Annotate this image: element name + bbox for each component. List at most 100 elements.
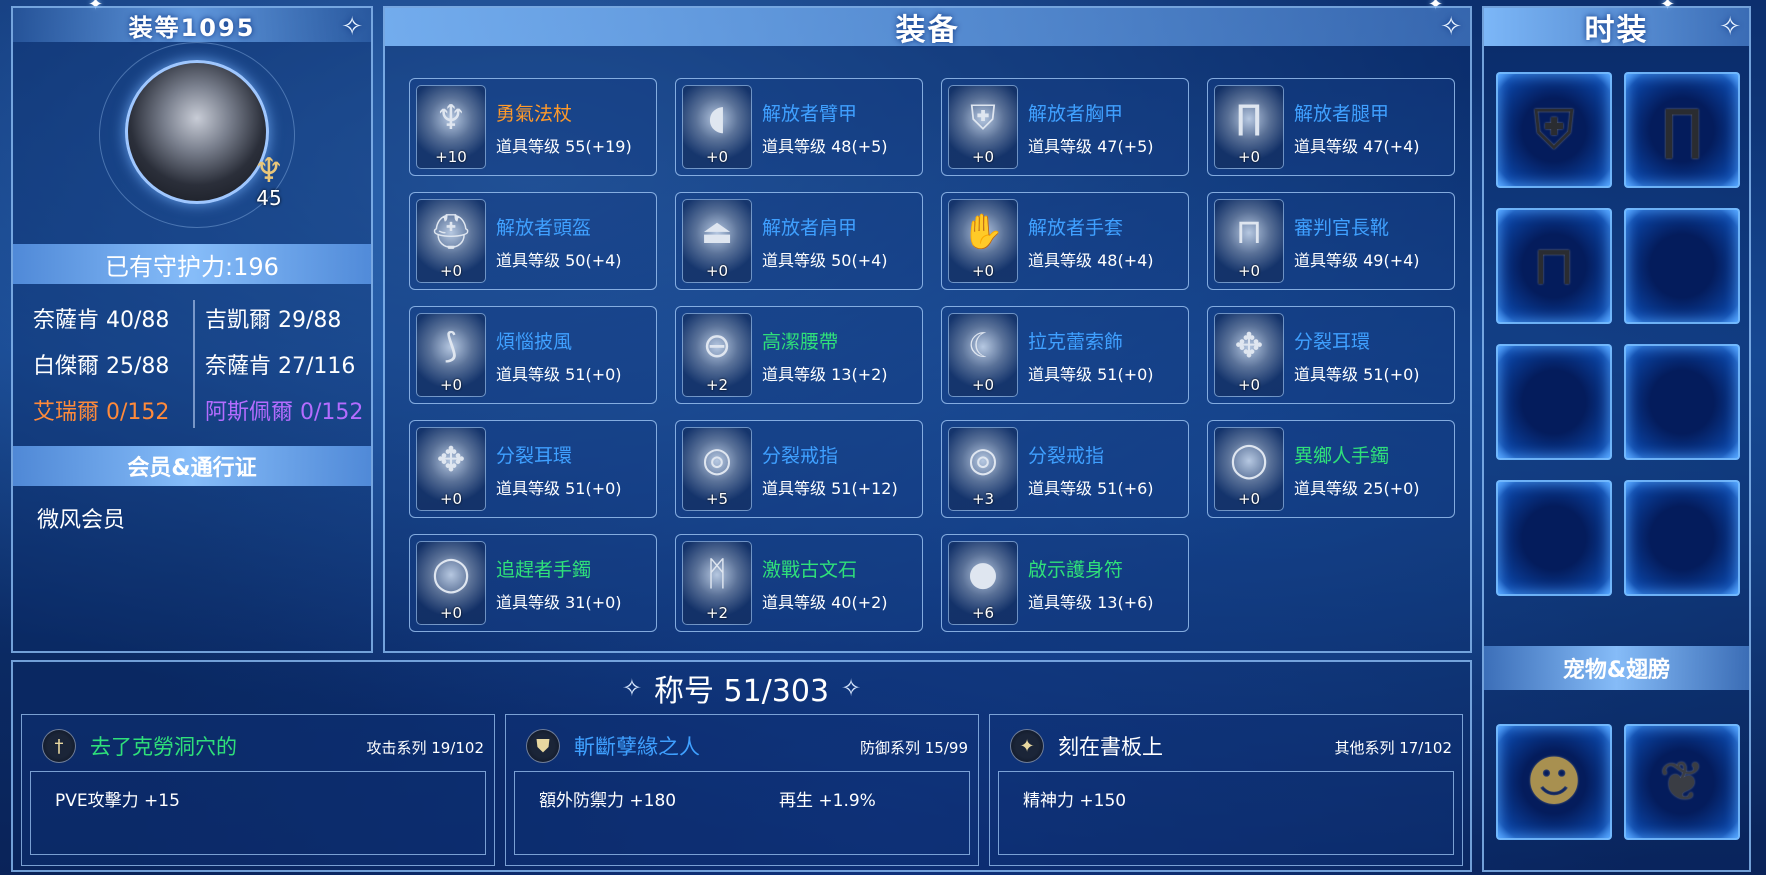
title-card[interactable]: ⛊ 斬斷孽緣之人 防御系列 15/99 額外防禦力 +180 再生 +1.9% [505, 714, 979, 866]
item-glyph: ◎ [968, 440, 998, 480]
fashion-slot-empty[interactable] [1624, 480, 1740, 596]
enhance-level: +0 [971, 148, 995, 166]
star-corner-icon: ✧ [1719, 12, 1743, 42]
title-name: 斬斷孽緣之人 [574, 735, 700, 759]
fashion-title: 时装 [1584, 13, 1649, 48]
equipment-slot[interactable]: ✥ +0 分裂耳環 道具等级 51(+0) [1207, 306, 1455, 404]
item-level: 道具等级 47(+5) [1028, 137, 1154, 156]
equipment-slot[interactable]: ⟆ +0 煩惱披風 道具等级 51(+0) [409, 306, 657, 404]
item-level: 道具等级 40(+2) [762, 593, 888, 612]
equipment-slot[interactable]: ⛑ +0 解放者頭盔 道具等级 50(+4) [409, 192, 657, 290]
stat-entry: 吉凱爾 29/88 [205, 308, 342, 333]
equipment-slot[interactable]: ◯ +0 異鄉人手鐲 道具等级 25(+0) [1207, 420, 1455, 518]
guardian-stats: 奈薩肯 40/88 吉凱爾 29/88 白傑爾 25/88 奈薩肯 27/116… [21, 298, 367, 430]
equipment-slot[interactable]: ⊓ +0 審判官長靴 道具等级 49(+4) [1207, 192, 1455, 290]
equipment-slot[interactable]: ∏ +0 解放者腿甲 道具等级 47(+4) [1207, 78, 1455, 176]
title-name: 刻在書板上 [1058, 735, 1163, 759]
enhance-level: +0 [1237, 376, 1261, 394]
stats-divider [193, 300, 195, 428]
item-glyph: ✋ [961, 212, 1005, 252]
cape-icon: ⟆ +0 [416, 313, 486, 397]
boots-icon: ⊓ +0 [1214, 199, 1284, 283]
equipment-slot[interactable]: ◯ +0 追趕者手鐲 道具等级 31(+0) [409, 534, 657, 632]
fashion-header: 时装 ✧ [1484, 8, 1749, 48]
shoulder-armor-icon: ⏏ +0 [682, 199, 752, 283]
equipment-slot[interactable]: ✋ +0 解放者手套道具等级 48(+4) [941, 192, 1189, 290]
fashion-slot[interactable]: ⛨ [1496, 72, 1612, 188]
star-icon: ✦ [1010, 729, 1044, 763]
pet-slot[interactable]: ☻ [1496, 724, 1612, 840]
fashion-slot[interactable]: ∏ [1624, 72, 1740, 188]
equipment-slot[interactable]: ◎ +3 分裂戒指 道具等级 51(+6) [941, 420, 1189, 518]
item-name: 高潔腰帶 [762, 331, 839, 353]
title-attribute: 額外防禦力 +180 [539, 791, 677, 811]
item-glyph: ◯ [1229, 440, 1269, 480]
costume-boots-icon: ⊓ [1532, 234, 1576, 297]
title-card[interactable]: † 去了克勞洞穴的 攻击系列 19/102 PVE攻擊力 +15 [21, 714, 495, 866]
item-glyph: ᛗ [706, 554, 728, 594]
enhance-level: +0 [1237, 148, 1261, 166]
item-glyph: ◯ [431, 554, 471, 594]
equipment-slot[interactable]: ⏏ +0 解放者肩甲 道具等级 50(+4) [675, 192, 923, 290]
equipment-slot[interactable]: ♆ +10 勇氣法杖 道具等级 55(+19) [409, 78, 657, 176]
stat-entry: 阿斯佩爾 0/152 [205, 400, 364, 425]
enhance-level: +0 [971, 376, 995, 394]
item-glyph: ⛨ [970, 98, 996, 138]
pet-slot[interactable]: ❦ [1624, 724, 1740, 840]
item-name: 解放者臂甲 [762, 103, 858, 125]
belt-icon: ⊖ +2 [682, 313, 752, 397]
title-name: 去了克勞洞穴的 [90, 735, 237, 759]
fashion-slot-empty[interactable] [1496, 480, 1612, 596]
equipment-slot[interactable]: ● +6 啟示護身符 道具等级 13(+6) [941, 534, 1189, 632]
pet-ogre-icon: ☻ [1525, 750, 1583, 813]
arrow-right-icon[interactable]: ✧ [841, 674, 861, 702]
item-level: 道具等级 31(+0) [496, 593, 622, 612]
item-glyph: ● [968, 554, 998, 594]
enhance-level: +0 [1237, 262, 1261, 280]
item-name: 啟示護身符 [1028, 559, 1124, 581]
enhance-level: +0 [439, 490, 463, 508]
gloves-icon: ✋ +0 [948, 199, 1018, 283]
equipment-slot[interactable]: ◖ +0 解放者臂甲 道具等级 48(+5) [675, 78, 923, 176]
equipment-slot[interactable]: ⊖ +2 高潔腰帶 道具等级 13(+2) [675, 306, 923, 404]
fashion-slot-empty[interactable] [1624, 344, 1740, 460]
arrow-left-icon[interactable]: ✧ [622, 674, 642, 702]
character-profile-panel: 装等1095 ✧ ♆ 45 已有守护力:196 奈薩肯 40/88 吉凱爾 29… [11, 6, 373, 653]
arm-guard-icon: ◖ +0 [682, 85, 752, 169]
equipment-panel: 装备 ✧ ♆ +10 勇氣法杖 道具等级 55(+19) ◖ +0 解放者臂甲 道具等级 48… [383, 6, 1472, 653]
fashion-slot-empty[interactable] [1624, 208, 1740, 324]
guard-power-text: 已有守护力:196 [105, 252, 279, 281]
stat-entry: 艾瑞爾 0/152 [33, 400, 170, 425]
title-card[interactable]: ✦ 刻在書板上 其他系列 17/102 精神力 +150 [989, 714, 1463, 866]
equipment-slot[interactable]: ᛗ +2 激戰古文石 道具等级 40(+2) [675, 534, 923, 632]
item-glyph: ⏏ [700, 212, 734, 252]
bracelet-icon: ◯ +0 [416, 541, 486, 625]
equipment-slot[interactable]: ◎ +5 分裂戒指 道具等级 51(+12) [675, 420, 923, 518]
item-name: 分裂耳環 [496, 445, 573, 467]
membership-header: 会员&通行证 [13, 446, 371, 486]
item-level: 道具等级 51(+6) [1028, 479, 1154, 498]
enhance-level: +0 [439, 604, 463, 622]
ring-icon: ◎ +3 [948, 427, 1018, 511]
fashion-slot-empty[interactable] [1496, 344, 1612, 460]
item-level: 道具等级 48(+4) [1028, 251, 1154, 270]
title-attributes: 額外防禦力 +180 再生 +1.9% [514, 771, 970, 855]
titles-header: ✧ 称号 51/303 ✧ [13, 668, 1470, 709]
enhance-level: +0 [1237, 490, 1261, 508]
equipment-slot[interactable]: ⛨ +0 解放者胸甲 道具等级 47(+5) [941, 78, 1189, 176]
equipment-slot[interactable]: ☾ +0 拉克蕾索飾 道具等级 51(+0) [941, 306, 1189, 404]
title-series: 防御系列 15/99 [860, 739, 968, 757]
costume-pants-icon: ∏ [1661, 98, 1703, 161]
shield-icon: ⛊ [526, 729, 560, 763]
item-name: 解放者手套 [1028, 217, 1124, 239]
item-name: 分裂耳環 [1294, 331, 1371, 353]
title-series: 其他系列 17/102 [1334, 739, 1452, 757]
wings-icon: ❦ [1659, 750, 1705, 813]
item-level-title: 装等1095 [128, 13, 256, 42]
item-level: 道具等级 55(+19) [496, 137, 632, 156]
item-level: 道具等级 51(+0) [496, 365, 622, 384]
staff-icon: ♆ +10 [416, 85, 486, 169]
enhance-level: +0 [971, 262, 995, 280]
fashion-slot[interactable]: ⊓ [1496, 208, 1612, 324]
equipment-slot[interactable]: ✥ +0 分裂耳環 道具等级 51(+0) [409, 420, 657, 518]
